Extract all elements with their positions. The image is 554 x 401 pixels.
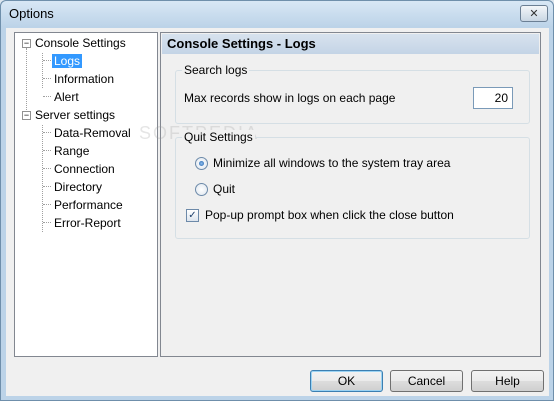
close-button[interactable]: ✕	[520, 5, 548, 22]
tree-item-alert[interactable]: Alert	[54, 89, 79, 105]
help-button[interactable]: Help	[471, 370, 544, 392]
tree-item-logs[interactable]: Logs	[52, 53, 83, 69]
search-logs-group: Search logs Max records show in logs on …	[175, 63, 530, 124]
tree-item-connection[interactable]: Connection	[54, 161, 115, 177]
settings-panel: Console Settings - Logs SOFTPEDIA Search…	[139, 32, 541, 357]
quit-settings-group: Quit Settings Minimize all windows to th…	[175, 130, 530, 239]
tree-item-data-removal[interactable]: Data-Removal	[54, 125, 131, 141]
tree-connector	[42, 125, 43, 232]
tree-connector	[43, 222, 51, 223]
tree-connector	[43, 132, 51, 133]
panel-title: Console Settings - Logs	[162, 34, 539, 54]
tree-connector	[42, 53, 43, 88]
group-title: Quit Settings	[182, 130, 255, 144]
tree-connector	[43, 96, 51, 97]
cancel-button[interactable]: Cancel	[390, 370, 463, 392]
title-bar[interactable]: Options ✕	[1, 1, 553, 27]
quit-label[interactable]: Quit	[213, 182, 235, 196]
tree-item-range[interactable]: Range	[54, 143, 89, 159]
popup-label[interactable]: Pop-up prompt box when click the close b…	[205, 208, 454, 222]
group-title: Search logs	[182, 63, 250, 77]
collapse-icon[interactable]: −	[22, 39, 31, 48]
popup-checkbox[interactable]: ✓	[186, 209, 199, 222]
tree-connector	[43, 150, 51, 151]
close-icon: ✕	[529, 8, 539, 20]
tree-connector	[43, 78, 51, 79]
minimize-label[interactable]: Minimize all windows to the system tray …	[213, 156, 450, 170]
tree-item-console-settings[interactable]: Console Settings	[35, 35, 126, 51]
settings-tree[interactable]: − Console Settings Logs Information Aler…	[14, 32, 158, 357]
tree-item-directory[interactable]: Directory	[54, 179, 102, 195]
tree-item-performance[interactable]: Performance	[54, 197, 123, 213]
tree-item-error-report[interactable]: Error-Report	[54, 215, 121, 231]
tree-item-label: Logs	[52, 54, 83, 68]
dialog-body: − Console Settings Logs Information Aler…	[6, 28, 549, 396]
max-records-input[interactable]: 20	[473, 87, 513, 109]
minimize-radio[interactable]	[195, 157, 208, 170]
quit-radio[interactable]	[195, 183, 208, 196]
collapse-icon[interactable]: −	[22, 111, 31, 120]
checkmark-icon: ✓	[188, 210, 197, 221]
tree-connector	[43, 60, 51, 61]
tree-connector	[43, 204, 51, 205]
tree-item-server-settings[interactable]: Server settings	[35, 107, 115, 123]
tree-item-information[interactable]: Information	[54, 71, 114, 87]
window-title: Options	[9, 6, 54, 21]
max-records-label: Max records show in logs on each page	[184, 91, 396, 105]
tree-connector	[43, 168, 51, 169]
ok-button[interactable]: OK	[310, 370, 383, 392]
tree-connector	[43, 186, 51, 187]
options-window: Options ✕ − Console Settings Logs Inform…	[0, 0, 554, 401]
